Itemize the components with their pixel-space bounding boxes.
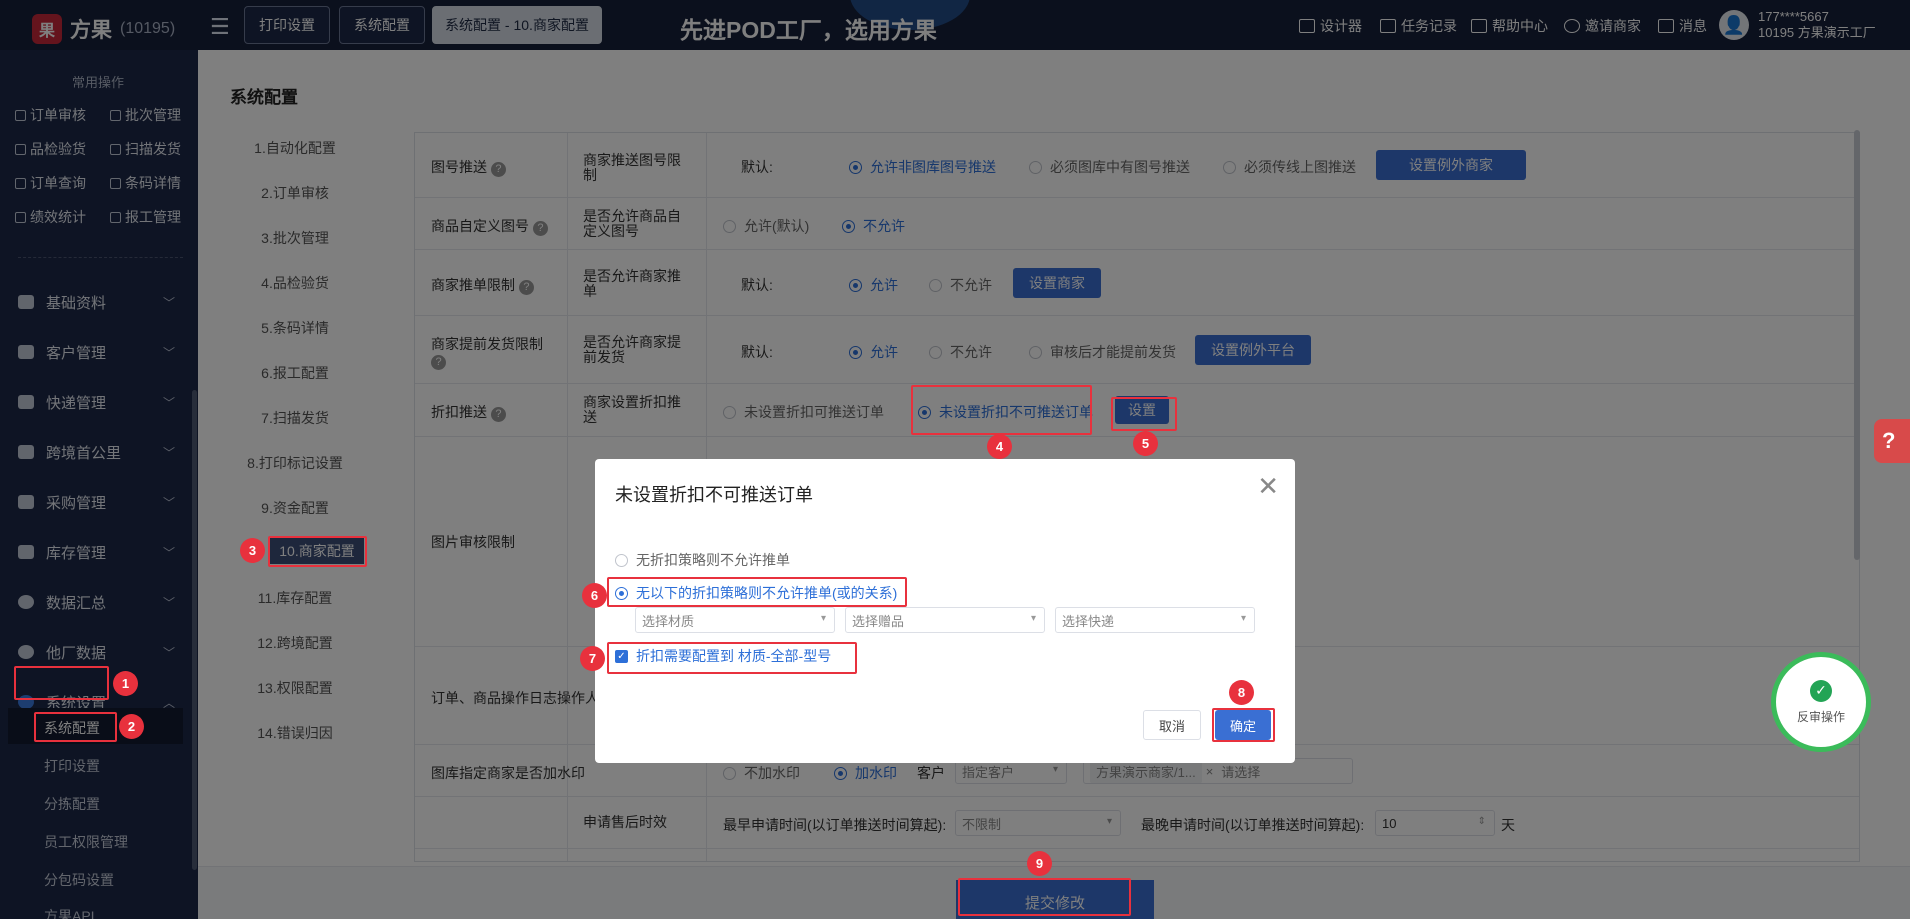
step-badge: 7 bbox=[580, 646, 605, 671]
step-badge: 5 bbox=[1133, 431, 1158, 456]
annotation-box bbox=[607, 642, 857, 674]
step-badge: 2 bbox=[119, 714, 144, 739]
reverse-review-button[interactable]: ✓ 反审操作 bbox=[1771, 652, 1871, 752]
annotation-box bbox=[911, 385, 1092, 435]
step-badge: 1 bbox=[113, 671, 138, 696]
step-badge: 8 bbox=[1229, 680, 1254, 705]
question-icon: ? bbox=[1882, 428, 1896, 453]
annotation-box bbox=[1212, 708, 1275, 742]
step-badge: 4 bbox=[987, 434, 1012, 459]
annotation-box bbox=[34, 712, 117, 742]
chevron-down-icon: ▾ bbox=[1030, 613, 1036, 624]
annotation-box bbox=[607, 577, 907, 607]
annotation-box bbox=[268, 536, 367, 567]
reverse-review-label: 反审操作 bbox=[1796, 709, 1845, 724]
chevron-down-icon: ▾ bbox=[1240, 613, 1246, 624]
step-badge: 9 bbox=[1027, 851, 1052, 876]
help-float-button[interactable]: ? bbox=[1874, 419, 1910, 463]
express-select[interactable]: 选择快递 ▾ bbox=[1055, 607, 1255, 633]
annotation-box bbox=[958, 878, 1131, 916]
cancel-button[interactable]: 取消 bbox=[1143, 710, 1201, 740]
app-root: 果 方果 (10195) ☰ 打印设置 系统配置 系统配置 - 10.商家配置 … bbox=[0, 0, 1910, 919]
chevron-down-icon: ▾ bbox=[820, 613, 826, 624]
annotation-box bbox=[1111, 397, 1177, 431]
gift-select[interactable]: 选择赠品 ▾ bbox=[845, 607, 1045, 633]
check-circle-icon: ✓ bbox=[1810, 679, 1832, 702]
radio-no-strategy-block[interactable]: 无折扣策略则不允许推单 bbox=[615, 550, 790, 570]
step-badge: 6 bbox=[582, 583, 607, 608]
material-select[interactable]: 选择材质 ▾ bbox=[635, 607, 835, 633]
close-icon[interactable]: ✕ bbox=[1257, 471, 1279, 502]
annotation-box bbox=[14, 666, 109, 700]
step-badge: 3 bbox=[240, 538, 265, 563]
discount-dialog: 未设置折扣不可推送订单 ✕ 无折扣策略则不允许推单 无以下的折扣策略则不允许推单… bbox=[595, 459, 1295, 763]
dialog-title: 未设置折扣不可推送订单 bbox=[615, 485, 813, 505]
